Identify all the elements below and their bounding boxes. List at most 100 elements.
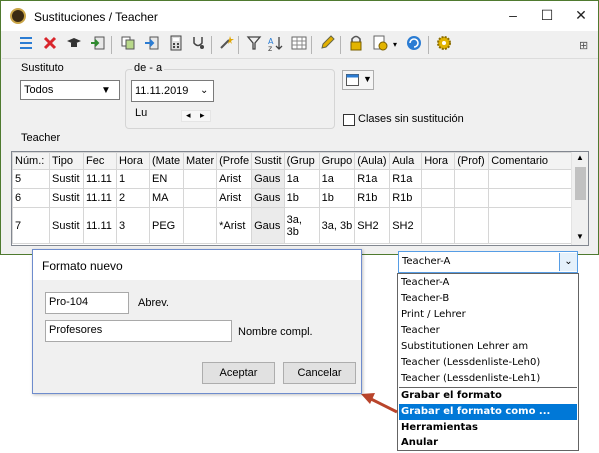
grid-icon[interactable] [289, 35, 309, 55]
date-picker[interactable]: 11.11.2019 ⌄ [131, 80, 214, 102]
filter-icon[interactable] [244, 35, 264, 55]
column-header[interactable]: (Prof) [454, 152, 490, 170]
table-cell[interactable]: 1b [318, 188, 356, 208]
grid-vertical-scrollbar[interactable]: ▲ ▼ [571, 152, 588, 245]
close-button[interactable]: ✕ [564, 1, 598, 31]
column-header[interactable]: (Grup [283, 152, 320, 170]
table-cell[interactable]: PEG [149, 207, 184, 244]
table-cell[interactable] [454, 169, 490, 189]
table-cell[interactable]: 1a [283, 169, 320, 189]
format-select[interactable]: Teacher-A ⌄ [398, 251, 578, 273]
table-cell[interactable]: Gaus [251, 207, 285, 244]
accept-button[interactable]: Aceptar [202, 362, 275, 384]
format-option[interactable]: Teacher (Lessdenliste-Leh1) [399, 371, 577, 387]
chevron-down-icon[interactable]: ⌄ [559, 253, 577, 271]
table-row[interactable]: 7 Sustit 11.11 3 PEG *Arist Gaus 3a, 3b 3a, 3b SH… [12, 207, 575, 244]
column-header[interactable]: Mater [182, 152, 218, 170]
scroll-down-icon[interactable]: ▼ [576, 232, 584, 241]
format-option[interactable]: Teacher (Lessdenliste-Leh0) [399, 355, 577, 371]
table-cell[interactable]: 3a, 3b [318, 207, 356, 244]
clases-sin-checkbox[interactable] [343, 114, 355, 126]
minimize-button[interactable]: – [496, 1, 530, 31]
table-cell[interactable]: 3 [116, 207, 150, 244]
table-cell[interactable]: 1 [116, 169, 150, 189]
abbrev-input[interactable]: Pro-104 [45, 292, 129, 314]
column-header[interactable]: Hora [116, 152, 150, 170]
table-cell[interactable]: Gaus [251, 169, 285, 189]
column-header[interactable]: Grupo [318, 152, 356, 170]
table-cell[interactable] [182, 169, 218, 189]
copy-icon[interactable] [118, 35, 138, 55]
import-icon[interactable] [88, 35, 108, 55]
table-cell[interactable]: R1a [354, 169, 391, 189]
full-name-input[interactable]: Profesores [45, 320, 232, 342]
table-cell[interactable]: 1a [318, 169, 356, 189]
mortarboard-icon[interactable] [64, 35, 84, 55]
table-cell[interactable]: R1b [354, 188, 391, 208]
column-header[interactable]: Hora [421, 152, 456, 170]
list-icon[interactable] [16, 35, 36, 55]
table-cell[interactable]: *Arist [216, 207, 253, 244]
gear-icon[interactable] [434, 35, 454, 55]
table-cell[interactable]: SH2 [354, 207, 391, 244]
table-cell[interactable]: MA [149, 188, 184, 208]
table-cell[interactable] [421, 169, 456, 189]
lock-icon[interactable] [346, 35, 366, 55]
column-header[interactable]: Fec [83, 152, 117, 170]
magic-wand-icon[interactable] [216, 35, 236, 55]
column-header[interactable]: (Aula) [354, 152, 391, 170]
table-cell[interactable]: EN [149, 169, 184, 189]
table-cell[interactable] [488, 207, 575, 244]
table-cell[interactable]: 11.11 [83, 188, 117, 208]
format-option[interactable]: Teacher-A [399, 275, 577, 291]
table-cell[interactable]: SH2 [389, 207, 423, 244]
format-option[interactable]: Teacher-B [399, 291, 577, 307]
table-cell[interactable]: 6 [12, 188, 50, 208]
tools-option[interactable]: Herramientas [399, 420, 577, 436]
table-cell[interactable]: Gaus [251, 188, 285, 208]
table-cell[interactable] [421, 207, 456, 244]
table-cell[interactable] [454, 207, 490, 244]
cancel-button[interactable]: Cancelar [283, 362, 356, 384]
table-cell[interactable]: R1b [389, 188, 423, 208]
table-cell[interactable]: Sustit [49, 169, 84, 189]
table-row[interactable]: 6 Sustit 11.11 2 MA Arist Gaus 1b 1b R1b R1b [12, 188, 575, 208]
maximize-button[interactable]: ☐ [530, 1, 564, 31]
table-row[interactable]: 5 Sustit 11.11 1 EN Arist Gaus 1a 1a R1a R1a [12, 169, 575, 189]
calculator-icon[interactable] [166, 35, 186, 55]
column-header[interactable]: Sustit [251, 152, 285, 170]
format-option[interactable]: Print / Lehrer [399, 307, 577, 323]
refresh-icon[interactable] [404, 35, 424, 55]
table-cell[interactable]: Sustit [49, 207, 84, 244]
view-options-button[interactable]: ▼ [342, 70, 374, 90]
pen-icon[interactable] [317, 35, 337, 55]
settings-dropdown-icon[interactable]: ▾ [385, 35, 405, 55]
table-cell[interactable]: Sustit [49, 188, 84, 208]
pin-icon[interactable]: ⊞ [579, 39, 588, 52]
save-format-as-option[interactable]: Grabar el formato como ... [399, 404, 577, 420]
delete-icon[interactable] [40, 35, 60, 55]
column-header[interactable]: (Mate [149, 152, 184, 170]
table-cell[interactable] [182, 188, 218, 208]
previous-day-icon[interactable]: ◂ [186, 110, 191, 121]
column-header[interactable]: Tipo [49, 152, 84, 170]
table-cell[interactable]: Arist [216, 169, 253, 189]
table-cell[interactable] [488, 188, 575, 208]
table-cell[interactable]: 7 [12, 207, 50, 244]
table-cell[interactable]: 1b [283, 188, 320, 208]
table-cell[interactable] [421, 188, 456, 208]
table-cell[interactable]: 3a, 3b [283, 207, 320, 244]
table-cell[interactable] [182, 207, 218, 244]
scrollbar-thumb[interactable] [575, 167, 586, 200]
stethoscope-icon[interactable] [188, 35, 208, 55]
column-header[interactable]: Núm.: [12, 152, 50, 170]
table-cell[interactable]: 2 [116, 188, 150, 208]
sort-icon[interactable]: Az [266, 35, 286, 55]
save-format-option[interactable]: Grabar el formato [399, 388, 577, 404]
format-option[interactable]: Substitutionen Lehrer am [399, 339, 577, 355]
table-cell[interactable]: 11.11 [83, 207, 117, 244]
format-option[interactable]: Teacher [399, 323, 577, 339]
sustituto-select[interactable]: Todos ▼ [20, 80, 120, 100]
column-header[interactable]: Comentario [488, 152, 575, 170]
scroll-up-icon[interactable]: ▲ [576, 153, 584, 162]
